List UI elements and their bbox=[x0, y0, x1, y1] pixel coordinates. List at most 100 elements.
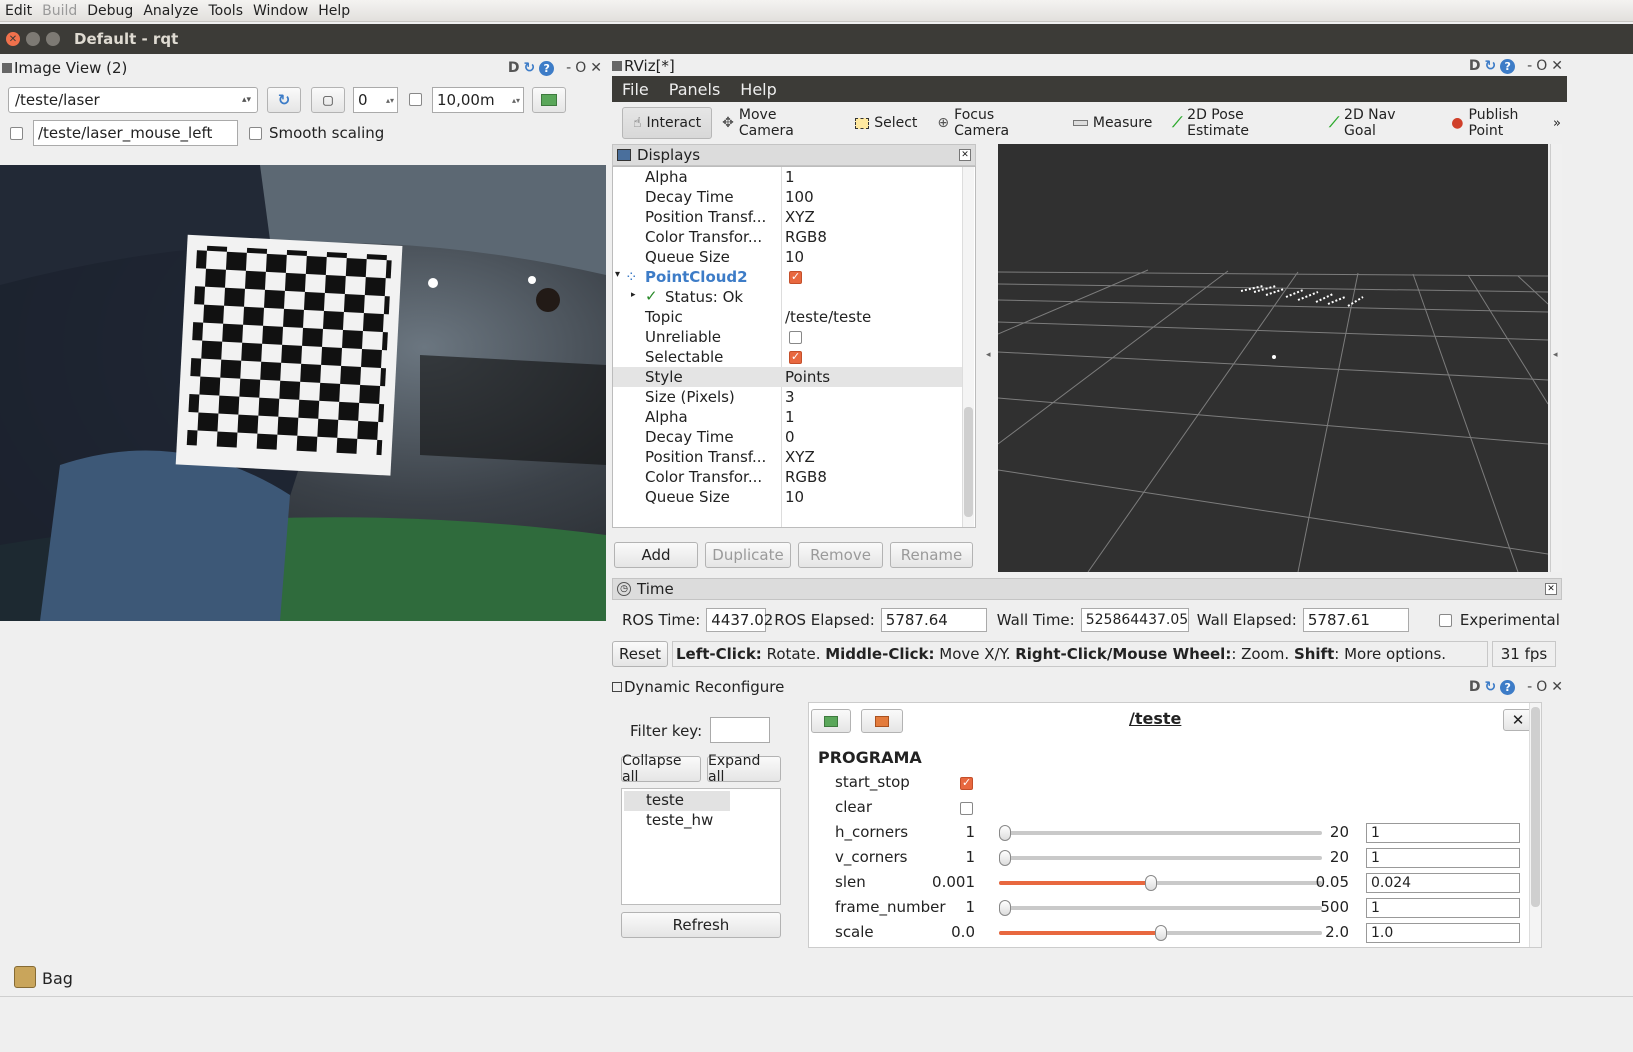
tree-row-selected[interactable]: Style Points bbox=[613, 367, 964, 387]
node-item-teste-hw[interactable]: teste_hw bbox=[624, 811, 713, 831]
tree-row[interactable]: Topic/teste/teste bbox=[613, 307, 963, 327]
slider-handle[interactable] bbox=[999, 850, 1011, 866]
expand-all-button[interactable]: Expand all bbox=[707, 753, 781, 785]
tree-row[interactable]: Unreliable bbox=[613, 327, 963, 347]
rviz-menu-panels[interactable]: Panels bbox=[659, 80, 731, 99]
dock-dc-icon[interactable]: D bbox=[508, 60, 520, 76]
window-maximize-button[interactable] bbox=[46, 32, 60, 46]
dock-minimize-icon[interactable]: - bbox=[1527, 679, 1532, 695]
dock-dc-icon[interactable]: D bbox=[1469, 58, 1481, 74]
menu-build[interactable]: Build bbox=[37, 3, 82, 19]
publish-click-checkbox[interactable] bbox=[10, 127, 23, 140]
tree-row[interactable]: Queue Size 10 bbox=[613, 487, 963, 507]
param-value-field[interactable]: 1 bbox=[1366, 848, 1520, 868]
rviz-3d-view[interactable] bbox=[998, 144, 1548, 572]
rviz-menu-help[interactable]: Help bbox=[730, 80, 786, 99]
slider-track[interactable] bbox=[999, 856, 1322, 860]
help-icon[interactable]: ? bbox=[1500, 58, 1516, 74]
ros-time-field[interactable]: 4437.02 bbox=[706, 608, 773, 632]
reload-icon[interactable]: ↻ bbox=[1484, 679, 1496, 695]
menu-tools[interactable]: Tools bbox=[204, 3, 249, 19]
help-icon[interactable]: ? bbox=[1500, 679, 1516, 695]
slider-track[interactable] bbox=[999, 831, 1322, 835]
topic-combo[interactable]: /teste/laser ▴▾ bbox=[8, 87, 258, 113]
dynamic-range-checkbox[interactable] bbox=[409, 93, 422, 106]
slider-handle[interactable] bbox=[1154, 925, 1167, 941]
rotation-spinbox[interactable]: 0 ▴▾ bbox=[353, 87, 398, 113]
menu-edit[interactable]: Edit bbox=[0, 3, 37, 19]
reload-icon[interactable]: ↻ bbox=[523, 60, 535, 76]
filter-key-input[interactable] bbox=[710, 717, 770, 743]
node-item-teste[interactable]: teste bbox=[624, 791, 730, 811]
splitter-left-arrow-icon[interactable]: ◂ bbox=[986, 350, 991, 360]
wall-time-field[interactable]: 525864437.05 bbox=[1080, 608, 1189, 632]
displays-scrollbar[interactable] bbox=[962, 167, 974, 527]
dock-close-icon[interactable]: ✕ bbox=[1551, 58, 1563, 74]
rviz-menu-file[interactable]: File bbox=[612, 80, 659, 99]
save-params-button[interactable] bbox=[811, 709, 851, 733]
reset-button[interactable]: Reset bbox=[612, 641, 668, 667]
dock-close-icon[interactable]: ✕ bbox=[1551, 679, 1563, 695]
tool-measure[interactable]: Measure bbox=[1063, 107, 1163, 139]
unreliable-checkbox[interactable] bbox=[789, 331, 802, 344]
dock-float-icon[interactable]: O bbox=[1536, 679, 1547, 695]
reload-icon[interactable]: ↻ bbox=[1484, 58, 1496, 74]
tree-row[interactable]: Alpha 1 bbox=[613, 167, 963, 187]
tree-row-pointcloud2[interactable]: ▾ ⁘ PointCloud2 bbox=[613, 267, 963, 287]
time-close-icon[interactable]: ✕ bbox=[1545, 583, 1557, 595]
collapse-all-button[interactable]: Collapse all bbox=[621, 753, 701, 785]
dock-close-icon[interactable]: ✕ bbox=[590, 60, 602, 76]
tree-row[interactable]: Position Transf... XYZ bbox=[613, 447, 963, 467]
dock-float-icon[interactable]: O bbox=[1536, 58, 1547, 74]
window-minimize-button[interactable] bbox=[26, 32, 40, 46]
tool-interact[interactable]: ☝ Interact bbox=[622, 107, 713, 139]
expand-arrow-icon[interactable]: ▾ bbox=[615, 269, 620, 280]
param-bool-checkbox[interactable] bbox=[960, 802, 973, 815]
param-value-field[interactable]: 1.0 bbox=[1366, 923, 1520, 943]
tool-publish-point[interactable]: ● Publish Point bbox=[1441, 107, 1567, 139]
tree-row[interactable]: Color Transfor... RGB8 bbox=[613, 227, 963, 247]
smooth-scaling-checkbox[interactable] bbox=[249, 127, 262, 140]
slider-handle[interactable] bbox=[999, 825, 1011, 841]
tree-row[interactable]: Position Transf... XYZ bbox=[613, 207, 963, 227]
rename-display-button[interactable]: Rename bbox=[890, 542, 973, 568]
menu-analyze[interactable]: Analyze bbox=[138, 3, 203, 19]
wall-elapsed-field[interactable]: 5787.61 bbox=[1302, 608, 1409, 632]
tree-row[interactable]: Selectable bbox=[613, 347, 963, 367]
dock-minimize-icon[interactable]: - bbox=[1527, 58, 1532, 74]
param-bool-checkbox[interactable] bbox=[960, 776, 973, 790]
tree-row[interactable]: Decay Time 0 bbox=[613, 427, 963, 447]
tree-row[interactable]: Size (Pixels) 3 bbox=[613, 387, 963, 407]
toolbar-overflow-icon[interactable]: » bbox=[1553, 116, 1561, 131]
dock-dc-icon[interactable]: D bbox=[1469, 679, 1481, 695]
splitter-right-arrow-icon[interactable]: ◂ bbox=[1553, 350, 1558, 360]
max-range-spinbox[interactable]: 10,00m ▴▾ bbox=[432, 87, 524, 113]
node-list[interactable]: teste teste_hw bbox=[621, 788, 781, 905]
mouse-topic-input[interactable]: /teste/laser_mouse_left bbox=[33, 120, 238, 146]
dock-minimize-icon[interactable]: - bbox=[566, 60, 571, 76]
load-params-button[interactable] bbox=[861, 709, 903, 733]
collapse-arrow-icon[interactable]: ▸ bbox=[631, 290, 636, 300]
tree-row[interactable]: Color Transfor... RGB8 bbox=[613, 467, 963, 487]
views-collapsed-splitter[interactable]: ◂ bbox=[1550, 144, 1562, 572]
slider-handle[interactable] bbox=[999, 900, 1011, 916]
window-close-button[interactable]: ✕ bbox=[6, 32, 20, 46]
pointcloud-enabled-checkbox[interactable] bbox=[789, 270, 802, 284]
tree-row-status[interactable]: ▸ ✓ Status: Ok bbox=[613, 287, 963, 307]
param-value-field[interactable]: 1 bbox=[1366, 898, 1520, 918]
save-image-button[interactable] bbox=[532, 87, 566, 113]
tree-row[interactable]: Decay Time 100 bbox=[613, 187, 963, 207]
bag-label[interactable]: Bag bbox=[42, 969, 73, 988]
menu-debug[interactable]: Debug bbox=[82, 3, 138, 19]
param-value-field[interactable]: 0.024 bbox=[1366, 873, 1520, 893]
experimental-checkbox[interactable] bbox=[1438, 613, 1452, 627]
tree-row[interactable]: Queue Size 10 bbox=[613, 247, 963, 267]
menu-help[interactable]: Help bbox=[313, 3, 355, 19]
refresh-button[interactable]: Refresh bbox=[621, 912, 781, 938]
zoom-1-button[interactable]: ▢ bbox=[311, 87, 345, 113]
slider-handle[interactable] bbox=[1145, 875, 1158, 891]
displays-tree[interactable]: Alpha 1 Decay Time 100 Position Transf... X… bbox=[612, 166, 976, 528]
tool-2d-nav-goal[interactable]: ⟋ 2D Nav Goal bbox=[1319, 107, 1441, 139]
scrollbar-thumb[interactable] bbox=[964, 407, 973, 517]
tool-select[interactable]: Select bbox=[845, 107, 927, 139]
